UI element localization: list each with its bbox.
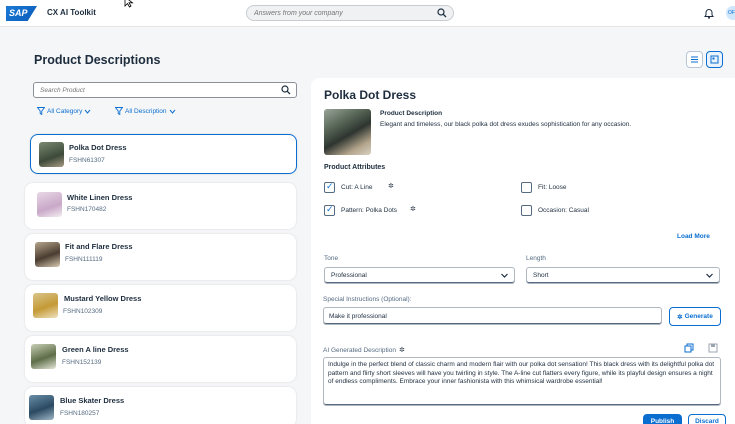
product-thumbnail — [35, 242, 60, 267]
product-sku: FSHN102309 — [63, 308, 103, 315]
magic-wand-icon[interactable]: ✲ — [388, 182, 394, 190]
description-filter-label: All Description — [125, 107, 167, 115]
product-image — [324, 109, 371, 155]
length-select[interactable]: Short — [526, 267, 720, 284]
product-card[interactable]: Mustard Yellow Dress FSHN102309 — [25, 285, 296, 331]
attribute-label: Occasion: Casual — [538, 207, 589, 214]
avatar[interactable]: OF — [726, 6, 735, 20]
product-sku: FSHN170482 — [67, 206, 107, 213]
product-thumbnail — [37, 192, 62, 217]
chevron-down-icon — [169, 109, 175, 114]
chevron-down-icon — [706, 273, 713, 278]
category-filter-label: All Category — [47, 107, 83, 115]
product-name: Green A line Dress — [62, 345, 129, 354]
product-detail-panel: Polka Dot Dress Product Description Eleg… — [311, 78, 735, 424]
discard-button[interactable]: Discard — [688, 414, 726, 424]
product-name: White Linen Dress — [67, 193, 133, 202]
product-sku: FSHN152139 — [62, 359, 102, 366]
copy-icon[interactable] — [684, 343, 694, 353]
description-filter[interactable]: All Description — [115, 107, 176, 115]
tone-label: Tone — [324, 255, 339, 262]
product-name: Fit and Flare Dress — [65, 242, 133, 251]
shell-bar: SAP CX AI Toolkit OF — [0, 0, 735, 27]
product-name: Mustard Yellow Dress — [64, 294, 142, 303]
attribute-checkbox-pattern[interactable] — [324, 204, 335, 216]
attribute-label: Cut: A Line — [341, 184, 373, 191]
attribute-label: Pattern: Polka Dots — [341, 207, 397, 214]
magic-wand-icon: ✲ — [677, 313, 683, 321]
product-sku: FSHN111119 — [65, 256, 103, 263]
product-thumbnail — [39, 142, 64, 167]
detail-title: Polka Dot Dress — [324, 88, 417, 102]
generate-button[interactable]: ✲ Generate — [669, 307, 721, 326]
product-card[interactable]: Fit and Flare Dress FSHN111119 — [25, 234, 296, 280]
product-card[interactable]: Green A line Dress FSHN152139 — [25, 336, 296, 382]
page-title: Product Descriptions — [34, 53, 161, 67]
product-card[interactable]: Blue Skater Dress FSHN180257 — [25, 387, 296, 424]
description-heading: Product Description — [380, 110, 443, 117]
ai-description-label-row: AI Generated Description ✲ — [323, 346, 405, 355]
length-label: Length — [526, 255, 546, 262]
attribute-checkbox-fit[interactable] — [521, 182, 532, 193]
filter-icon — [37, 107, 45, 115]
mouse-cursor-icon — [124, 0, 134, 8]
chevron-down-icon — [501, 273, 508, 278]
search-icon[interactable] — [281, 85, 291, 95]
category-filter[interactable]: All Category — [37, 107, 91, 115]
ai-description-label: AI Generated Description — [323, 346, 396, 354]
attribute-checkbox-cut[interactable] — [324, 181, 335, 193]
global-search[interactable] — [246, 5, 454, 21]
filter-icon — [115, 107, 123, 115]
product-thumbnail — [31, 344, 56, 369]
app-title[interactable]: CX AI Toolkit — [47, 8, 96, 17]
product-thumbnail — [29, 395, 54, 420]
list-view-icon — [691, 56, 698, 63]
product-sku: FSHN61307 — [69, 157, 105, 164]
product-name: Blue Skater Dress — [60, 396, 125, 405]
product-search-input[interactable] — [40, 84, 270, 96]
instructions-input[interactable] — [329, 311, 659, 321]
global-search-input[interactable] — [254, 6, 434, 20]
product-card[interactable]: White Linen Dress FSHN170482 — [25, 183, 296, 229]
product-sku: FSHN180257 — [60, 410, 100, 417]
publish-button[interactable]: Publish — [643, 414, 682, 424]
attribute-label: Fit: Loose — [538, 184, 567, 191]
product-description: Elegant and timeless, our black polka do… — [380, 121, 632, 128]
product-name: Polka Dot Dress — [69, 143, 127, 152]
grid-view-icon — [710, 55, 719, 64]
search-icon[interactable] — [437, 8, 447, 18]
attributes-heading: Product Attributes — [324, 164, 386, 171]
product-card[interactable]: Polka Dot Dress FSHN61307 — [30, 134, 297, 174]
load-more-link[interactable]: Load More — [677, 233, 710, 240]
save-icon[interactable] — [708, 343, 718, 353]
generate-label: Generate — [684, 313, 713, 320]
length-value: Short — [533, 272, 549, 279]
product-search[interactable] — [33, 82, 297, 98]
instructions-field[interactable] — [323, 307, 662, 325]
list-view-button[interactable] — [686, 51, 703, 68]
magic-wand-icon[interactable]: ✲ — [410, 205, 416, 213]
attribute-checkbox-occasion[interactable] — [521, 205, 532, 216]
bell-icon[interactable] — [704, 8, 714, 19]
tone-select[interactable]: Professional — [324, 267, 515, 284]
ai-description-textarea[interactable]: Indulge in the perfect blend of classic … — [323, 357, 721, 406]
magic-wand-icon[interactable]: ✲ — [399, 346, 405, 354]
product-thumbnail — [33, 293, 58, 318]
tone-value: Professional — [331, 272, 367, 279]
sap-logo[interactable]: SAP — [6, 6, 37, 21]
instructions-label: Special Instructions (Optional): — [323, 296, 412, 303]
grid-view-button[interactable] — [706, 51, 723, 68]
chevron-down-icon — [85, 109, 91, 114]
